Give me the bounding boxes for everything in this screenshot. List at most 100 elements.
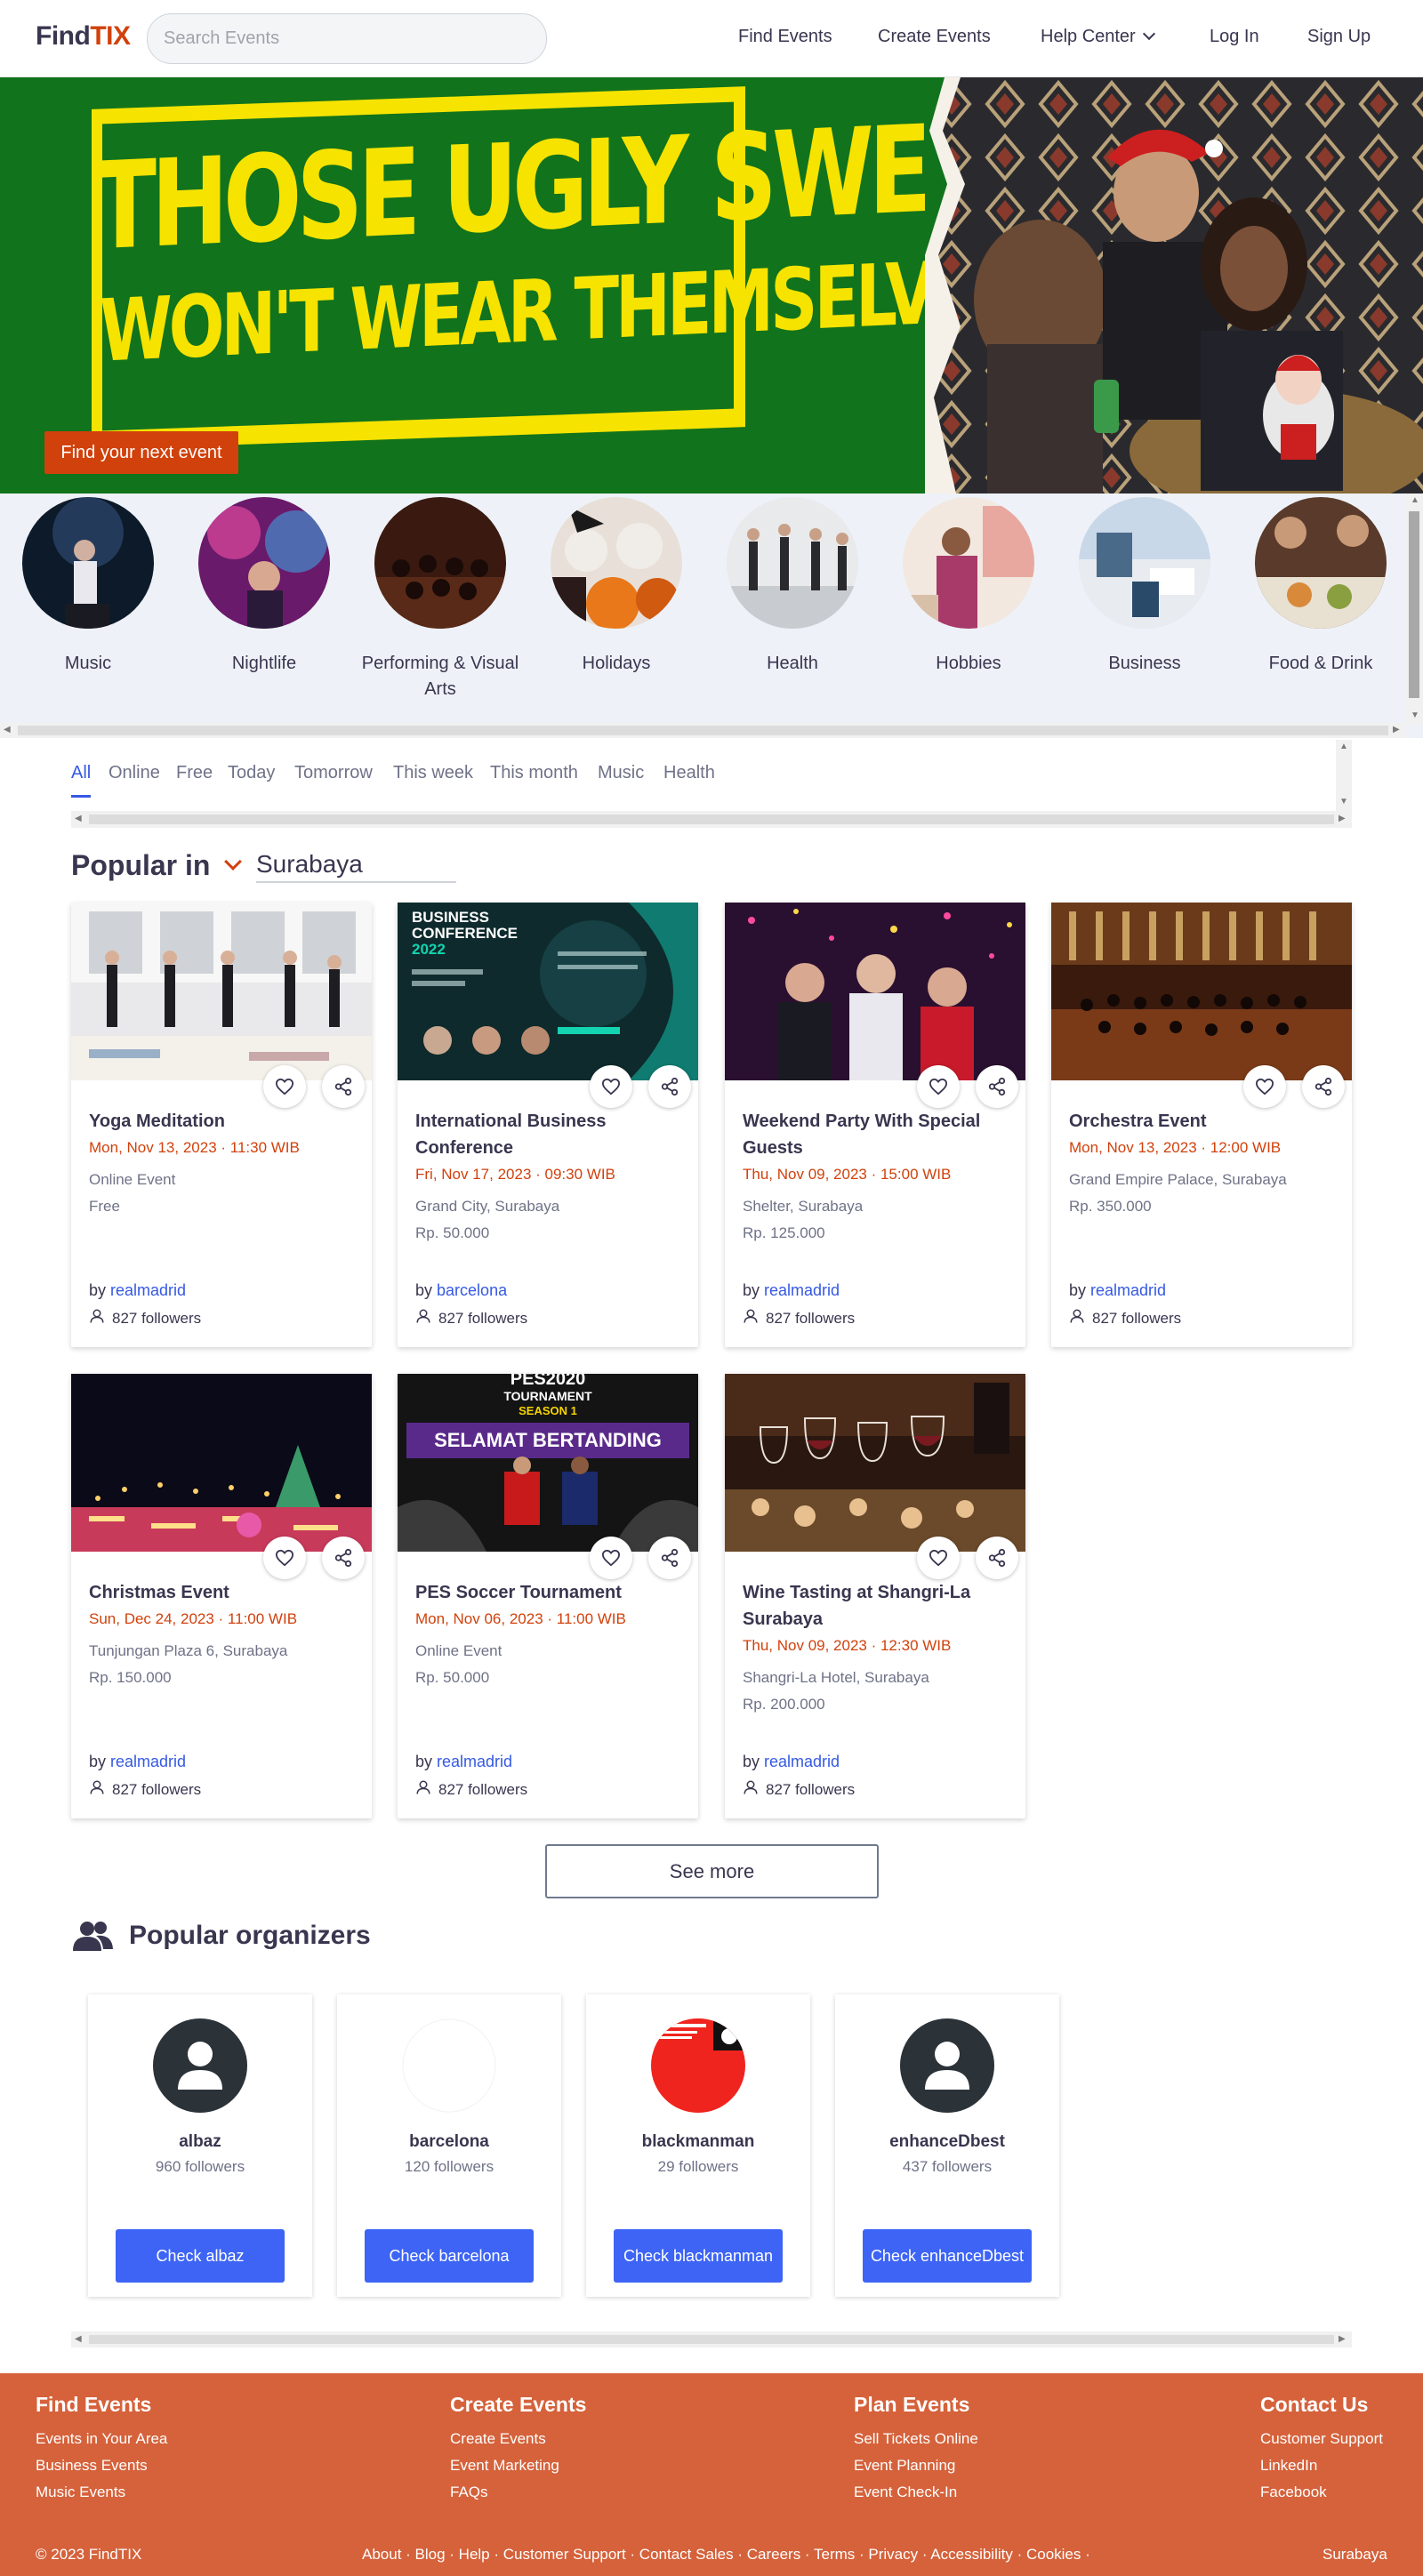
svg-text:BUSINESS: BUSINESS <box>412 909 489 926</box>
footer-link[interactable]: Event Marketing <box>450 2452 586 2479</box>
organizer-card: enhanceDbest 437 followers Check enhance… <box>835 1994 1059 2297</box>
organizer-link[interactable]: realmadrid <box>764 1753 840 1770</box>
scroll-thumb[interactable] <box>18 726 1388 735</box>
category-food-drink[interactable]: Food & Drink <box>1233 497 1409 677</box>
organizer-link[interactable]: realmadrid <box>1090 1281 1166 1299</box>
footer-link[interactable]: Event Planning <box>854 2452 978 2479</box>
category-horizontal-scrollbar[interactable]: ◀ ▶ <box>0 723 1406 738</box>
category-performing-arts[interactable]: Performing & Visual Arts <box>352 497 528 702</box>
event-title[interactable]: Wine Tasting at Shangri-La Surabaya <box>743 1579 1009 1633</box>
heart-icon[interactable] <box>917 1065 960 1108</box>
event-card[interactable]: Yoga Meditation Mon, Nov 13, 2023 · 11:30… <box>71 903 372 1347</box>
share-icon[interactable] <box>976 1065 1018 1108</box>
tab-online[interactable]: Online <box>109 763 160 783</box>
category-music[interactable]: Music <box>0 497 176 677</box>
share-icon[interactable] <box>322 1065 365 1108</box>
heart-icon[interactable] <box>263 1065 306 1108</box>
chevron-down-icon[interactable] <box>224 853 242 871</box>
event-image[interactable] <box>725 903 1025 1080</box>
organizer-link[interactable]: realmadrid <box>764 1281 840 1299</box>
category-hobbies[interactable]: Hobbies <box>880 497 1057 677</box>
search-input[interactable] <box>147 13 547 64</box>
tab-tomorrow[interactable]: Tomorrow <box>294 763 373 783</box>
event-image[interactable] <box>725 1374 1025 1552</box>
find-next-event-button[interactable]: Find your next event <box>44 431 238 474</box>
event-title[interactable]: Yoga Meditation <box>89 1108 356 1135</box>
heart-icon[interactable] <box>263 1537 306 1579</box>
event-image[interactable]: BUSINESS CONFERENCE 2022 <box>398 903 698 1080</box>
category-vertical-scrollbar[interactable]: ▲ ▼ <box>1406 494 1423 725</box>
share-icon[interactable] <box>1302 1065 1345 1108</box>
city-select-input[interactable] <box>256 847 456 883</box>
event-card[interactable]: Orchestra Event Mon, Nov 13, 2023 · 12:00… <box>1051 903 1352 1347</box>
share-icon[interactable] <box>648 1537 691 1579</box>
category-health[interactable]: Health <box>704 497 880 677</box>
event-image[interactable]: PES2020 TOURNAMENT SEASON 1 SELAMAT BERTAND… <box>398 1374 698 1552</box>
event-title[interactable]: Weekend Party With Special Guests <box>743 1108 1009 1161</box>
category-nightlife[interactable]: Nightlife <box>176 497 352 677</box>
tabs-vertical-scrollbar[interactable]: ▲ ▼ <box>1336 740 1352 811</box>
nav-create-events[interactable]: Create Events <box>878 27 991 47</box>
tab-this-month[interactable]: This month <box>490 763 578 783</box>
event-title[interactable]: PES Soccer Tournament <box>415 1579 682 1606</box>
footer-city[interactable]: Surabaya <box>1323 2546 1387 2564</box>
event-title[interactable]: International Business Conference <box>415 1108 682 1161</box>
event-image[interactable] <box>1051 903 1352 1080</box>
tab-health[interactable]: Health <box>663 763 715 783</box>
see-more-button[interactable]: See more <box>545 1844 879 1898</box>
heart-icon[interactable] <box>590 1065 632 1108</box>
nav-sign-up[interactable]: Sign Up <box>1307 27 1371 47</box>
tabs-horizontal-scrollbar[interactable]: ◀ ▶ <box>71 811 1352 828</box>
footer-bottom-links[interactable]: About · Blog · Help · Customer Support ·… <box>362 2546 1090 2564</box>
check-organizer-button[interactable]: Check albaz <box>116 2229 285 2283</box>
footer-link[interactable]: Events in Your Area <box>36 2426 167 2452</box>
footer-link[interactable]: Sell Tickets Online <box>854 2426 978 2452</box>
logo[interactable]: FindTIX <box>36 21 131 52</box>
event-card[interactable]: Wine Tasting at Shangri-La Surabaya Thu, … <box>725 1374 1025 1818</box>
event-image[interactable] <box>71 903 372 1080</box>
heart-icon[interactable] <box>1243 1065 1286 1108</box>
scroll-thumb[interactable] <box>1409 511 1419 698</box>
footer-link[interactable]: Create Events <box>450 2426 586 2452</box>
category-holidays[interactable]: Holidays <box>528 497 704 677</box>
tab-this-week[interactable]: This week <box>393 763 473 783</box>
heart-icon[interactable] <box>590 1537 632 1579</box>
event-card[interactable]: Weekend Party With Special Guests Thu, No… <box>725 903 1025 1347</box>
footer-link[interactable]: Business Events <box>36 2452 167 2479</box>
scroll-thumb[interactable] <box>89 815 1334 824</box>
share-icon[interactable] <box>322 1537 365 1579</box>
footer-link[interactable]: Event Check-In <box>854 2479 978 2506</box>
event-image[interactable] <box>71 1374 372 1552</box>
tab-all[interactable]: All <box>71 763 91 783</box>
organizer-link[interactable]: barcelona <box>437 1281 507 1299</box>
event-title[interactable]: Orchestra Event <box>1069 1108 1336 1135</box>
scroll-thumb[interactable] <box>89 2335 1334 2344</box>
tab-today[interactable]: Today <box>228 763 275 783</box>
footer: Find Events Events in Your Area Business… <box>0 2373 1423 2576</box>
check-organizer-button[interactable]: Check barcelona <box>365 2229 534 2283</box>
share-icon[interactable] <box>648 1065 691 1108</box>
check-organizer-button[interactable]: Check enhanceDbest <box>863 2229 1032 2283</box>
nav-find-events[interactable]: Find Events <box>738 27 832 47</box>
footer-link[interactable]: LinkedIn <box>1260 2452 1383 2479</box>
organizers-horizontal-scrollbar[interactable]: ◀ ▶ <box>71 2331 1352 2347</box>
footer-link[interactable]: Facebook <box>1260 2479 1383 2506</box>
tab-music[interactable]: Music <box>598 763 644 783</box>
nav-help-center[interactable]: Help Center <box>1041 27 1155 47</box>
nav-log-in[interactable]: Log In <box>1210 27 1259 47</box>
organizer-link[interactable]: realmadrid <box>110 1281 186 1299</box>
check-organizer-button[interactable]: Check blackmanman <box>614 2229 783 2283</box>
event-title[interactable]: Christmas Event <box>89 1579 356 1606</box>
footer-link[interactable]: Customer Support <box>1260 2426 1383 2452</box>
category-business[interactable]: Business <box>1057 497 1233 677</box>
event-card[interactable]: BUSINESS CONFERENCE 2022 International Busi… <box>398 903 698 1347</box>
event-card[interactable]: PES2020 TOURNAMENT SEASON 1 SELAMAT BERTAND… <box>398 1374 698 1818</box>
footer-link[interactable]: Music Events <box>36 2479 167 2506</box>
tab-free[interactable]: Free <box>176 763 213 783</box>
share-icon[interactable] <box>976 1537 1018 1579</box>
event-card[interactable]: Christmas Event Sun, Dec 24, 2023 · 11:00… <box>71 1374 372 1818</box>
heart-icon[interactable] <box>917 1537 960 1579</box>
organizer-link[interactable]: realmadrid <box>437 1753 512 1770</box>
organizer-link[interactable]: realmadrid <box>110 1753 186 1770</box>
footer-link[interactable]: FAQs <box>450 2479 586 2506</box>
